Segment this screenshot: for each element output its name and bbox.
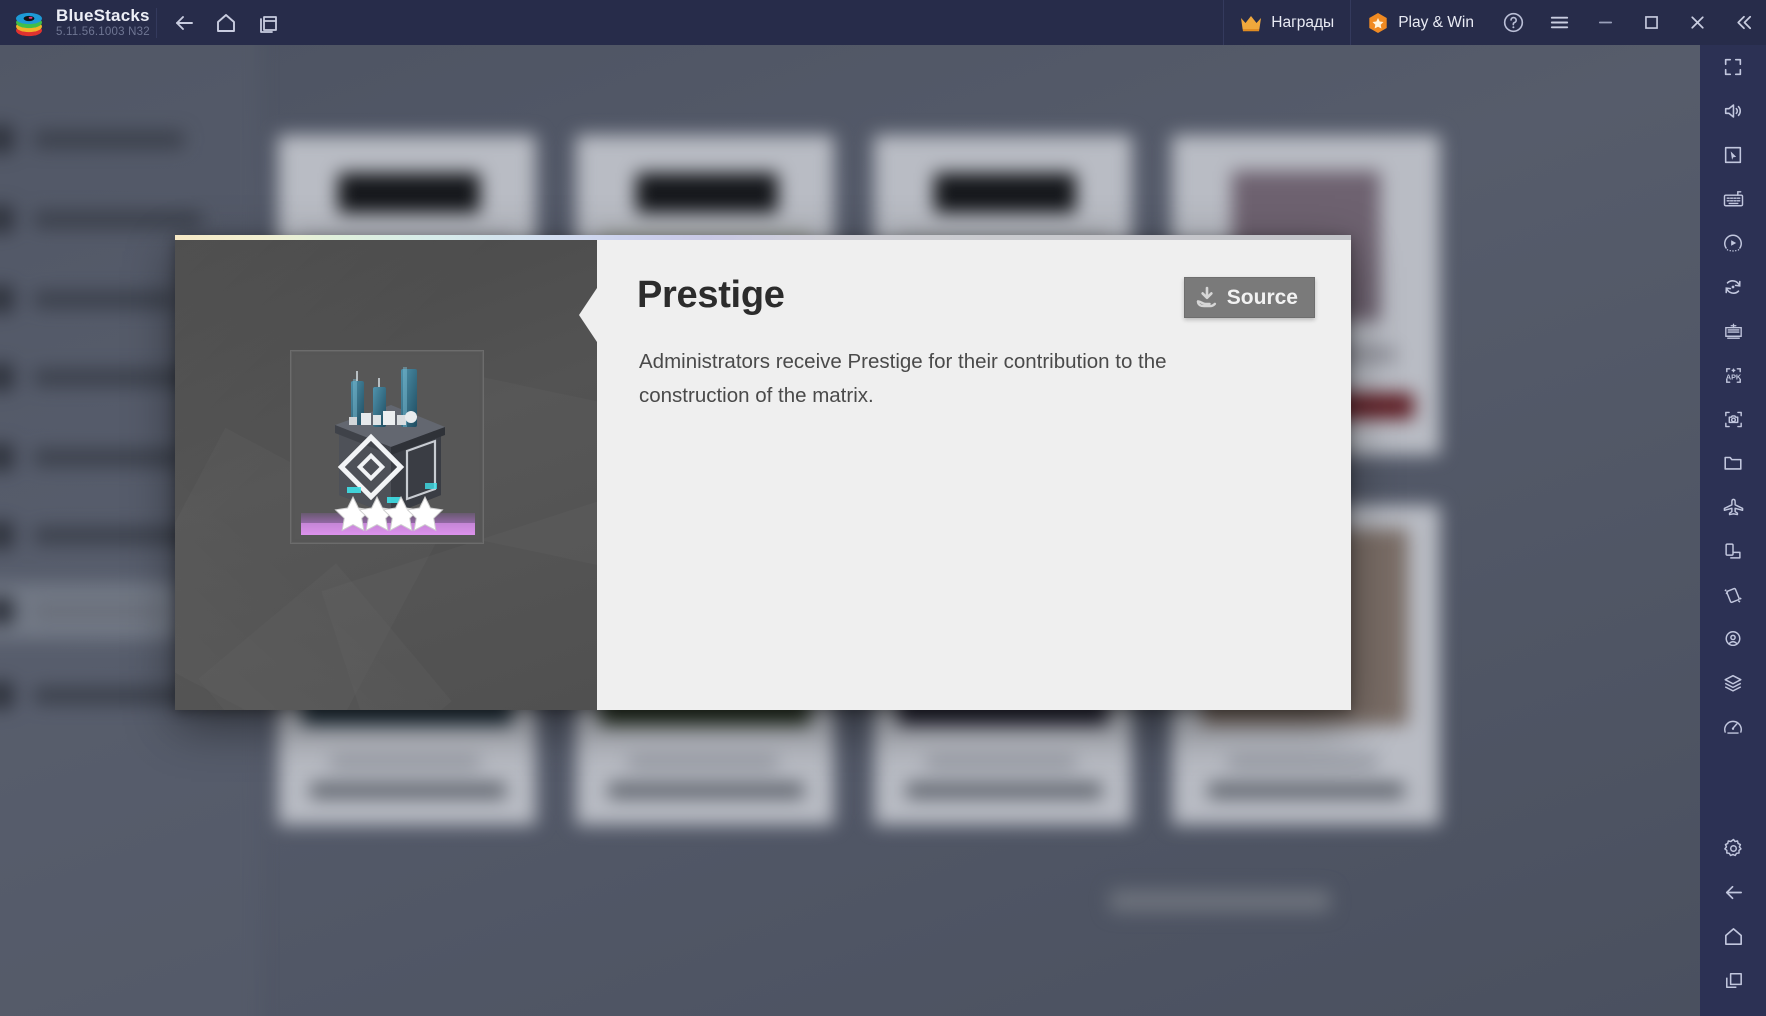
svg-text:APK: APK xyxy=(1725,372,1741,381)
android-recents-button[interactable] xyxy=(1700,958,1766,1002)
app-version: 5.11.56.1003 N32 xyxy=(56,26,150,39)
sidebar-label xyxy=(34,290,174,308)
sidebar-label xyxy=(34,210,202,228)
sidebar-label xyxy=(34,602,164,620)
close-button[interactable] xyxy=(1674,0,1720,45)
rewards-button[interactable]: Награды xyxy=(1223,0,1350,45)
sidebar-label xyxy=(34,686,190,704)
minimize-button[interactable] xyxy=(1582,0,1628,45)
game-controls-button[interactable] xyxy=(1700,133,1766,177)
bluestacks-logo-icon xyxy=(12,6,46,40)
play-and-win-button[interactable]: Play & Win xyxy=(1350,0,1490,45)
performance-button[interactable] xyxy=(1700,705,1766,749)
sidebar-icon xyxy=(0,681,14,709)
sidebar-icon xyxy=(0,363,14,391)
item-description: Administrators receive Prestige for thei… xyxy=(639,350,1167,407)
item-artwork-frame xyxy=(290,350,484,544)
layers-button[interactable] xyxy=(1700,661,1766,705)
sidebar-icon xyxy=(0,125,14,153)
dialog-info-panel: Prestige Source Administrators receive P… xyxy=(597,240,1351,710)
home-button[interactable] xyxy=(205,0,247,45)
android-home-button[interactable] xyxy=(1700,914,1766,958)
sidebar-label xyxy=(34,368,194,386)
prestige-building-icon xyxy=(295,355,479,539)
install-apk-button[interactable]: APK xyxy=(1700,353,1766,397)
sidebar-icon xyxy=(0,521,14,549)
source-button[interactable]: Source xyxy=(1183,277,1315,318)
fullscreen-button[interactable] xyxy=(1700,45,1766,89)
multi-instance-manager-button[interactable] xyxy=(1700,309,1766,353)
source-button-label: Source xyxy=(1226,285,1298,309)
android-back-button[interactable] xyxy=(1700,870,1766,914)
dialog-artwork-panel xyxy=(175,240,597,710)
back-button[interactable] xyxy=(163,0,205,45)
shake-button[interactable] xyxy=(1700,573,1766,617)
macro-recorder-button[interactable] xyxy=(1700,221,1766,265)
prestige-detail-dialog: Prestige Source Administrators receive P… xyxy=(175,235,1351,710)
crown-icon xyxy=(1240,14,1262,32)
hexagon-star-icon xyxy=(1367,12,1389,34)
divider xyxy=(155,7,157,38)
help-button[interactable] xyxy=(1490,0,1536,45)
rewards-label: Награды xyxy=(1271,13,1335,31)
multi-instance-button[interactable] xyxy=(247,0,289,45)
sidebar-icon xyxy=(0,597,14,625)
volume-button[interactable] xyxy=(1700,89,1766,133)
sidebar-icon xyxy=(0,443,14,471)
rotate-button[interactable] xyxy=(1700,265,1766,309)
sidebar-label xyxy=(34,526,198,544)
menu-button[interactable] xyxy=(1536,0,1582,45)
collapse-button[interactable] xyxy=(1720,0,1766,45)
sidebar-icon xyxy=(0,285,14,313)
media-manager-button[interactable] xyxy=(1700,441,1766,485)
prestige-building-svg xyxy=(295,355,479,539)
title-bar: BlueStacks 5.11.56.1003 N32 Награды Play… xyxy=(0,0,1766,45)
settings-button[interactable] xyxy=(1700,826,1766,870)
keymapping-button[interactable] xyxy=(1700,177,1766,221)
sidebar-icon xyxy=(0,205,14,233)
play-and-win-label: Play & Win xyxy=(1398,13,1474,31)
maximize-button[interactable] xyxy=(1628,0,1674,45)
background-footer-bar xyxy=(1110,890,1330,912)
screenshot-button[interactable] xyxy=(1700,397,1766,441)
right-toolbar: APK xyxy=(1700,45,1766,1016)
app-branding: BlueStacks 5.11.56.1003 N32 xyxy=(56,5,150,39)
download-to-hand-icon xyxy=(1194,285,1220,311)
location-button[interactable] xyxy=(1700,617,1766,661)
sidebar-label xyxy=(34,448,180,466)
bluestacks-window: Prestige Source Administrators receive P… xyxy=(0,0,1766,1016)
eco-mode-button[interactable] xyxy=(1700,485,1766,529)
app-name: BlueStacks xyxy=(56,5,150,25)
cast-button[interactable] xyxy=(1700,529,1766,573)
sidebar-label xyxy=(34,130,184,148)
page-title: Prestige xyxy=(637,274,785,316)
